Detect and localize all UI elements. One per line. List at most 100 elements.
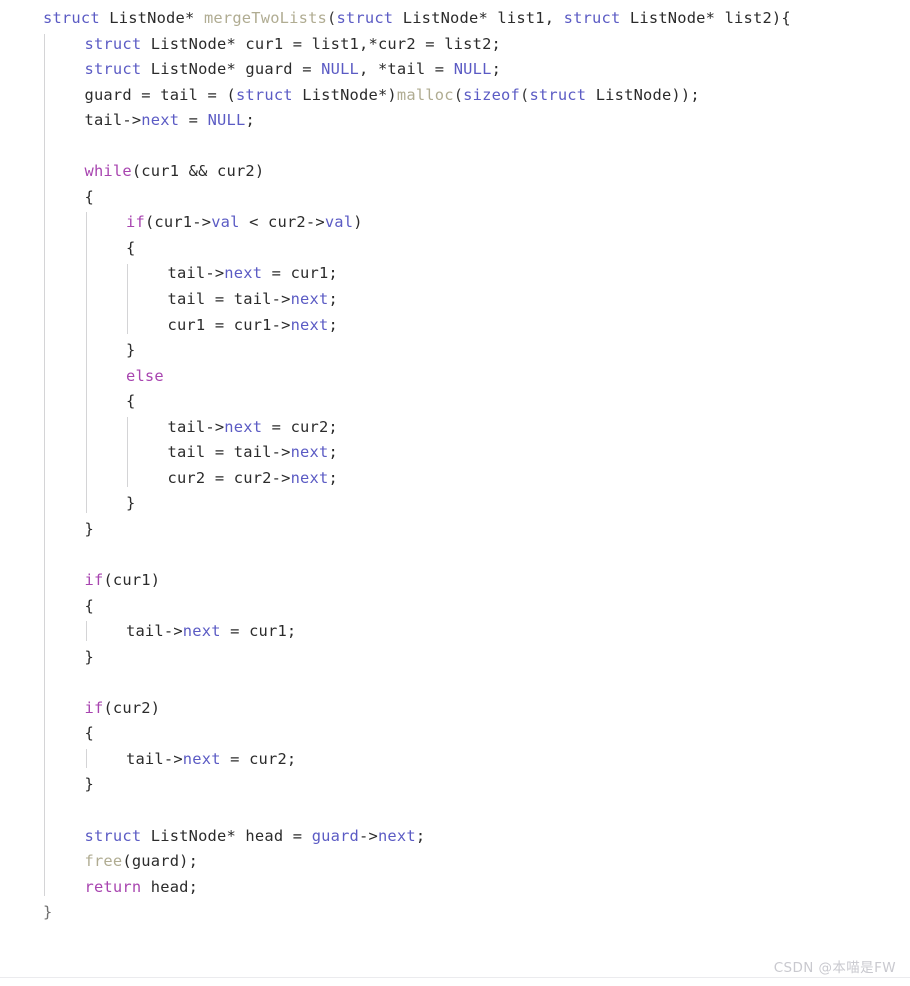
code-token: } [126, 341, 136, 360]
code-token: ; [415, 826, 426, 845]
code-token: next [377, 826, 416, 845]
code-line: tail->next = cur1; [0, 619, 910, 645]
code-line: tail->next = cur2; [0, 415, 910, 441]
code-token: while [84, 162, 132, 181]
code-token: } [84, 519, 94, 538]
indent-guide [85, 621, 87, 641]
indent-guide [85, 212, 87, 513]
code-line: } [0, 772, 910, 798]
code-token: if [84, 571, 104, 590]
code-token: next [290, 468, 329, 487]
code-line: while(cur1 && cur2) [0, 159, 910, 185]
code-token: { [781, 9, 791, 27]
code-line: struct ListNode* head = guard->next; [0, 824, 910, 850]
code-token: = [179, 111, 208, 130]
code-token: tail-> [167, 417, 225, 436]
code-token: ListNode)); [586, 85, 700, 104]
code-token: (cur2) [103, 698, 161, 717]
code-token: struct [84, 34, 142, 53]
code-token: ListNode* list2) [620, 9, 782, 27]
code-token: { [126, 238, 136, 257]
code-token: -> [359, 826, 378, 845]
code-line: struct ListNode* mergeTwoLists(struct Li… [0, 6, 910, 32]
code-token: next [290, 315, 329, 334]
code-token: ; [245, 111, 255, 130]
code-token: next [182, 749, 221, 768]
code-token: } [126, 494, 136, 513]
code-token: (cur1 && cur2) [131, 162, 265, 181]
code-line: struct ListNode* guard = NULL, *tail = N… [0, 57, 910, 83]
code-token: cur2 = cur2-> [167, 468, 291, 487]
code-block[interactable]: struct ListNode* mergeTwoLists (struct Li… [0, 6, 910, 926]
code-token: } [84, 775, 94, 794]
code-token: guard = tail = ( [84, 85, 236, 104]
code-token: guard [311, 826, 360, 845]
code-line: if(cur1->val < cur2->val) [0, 210, 910, 236]
code-token: ListNode* guard = [141, 60, 322, 79]
code-line: { [0, 389, 910, 415]
code-line: if(cur1) [0, 568, 910, 594]
code-token: ; [328, 315, 338, 334]
code-line: } [0, 645, 910, 671]
code-token: ; [328, 290, 338, 309]
code-line: } [0, 900, 910, 926]
code-token: struct [43, 9, 100, 27]
code-token: struct [84, 60, 142, 79]
code-token: tail = tail-> [167, 443, 291, 462]
code-token: = cur2; [220, 749, 297, 768]
code-token: ( [453, 85, 464, 104]
code-viewer[interactable]: struct ListNode* mergeTwoLists (struct Li… [0, 0, 910, 986]
code-token: ListNode*) [292, 85, 397, 104]
code-token: if [126, 213, 145, 232]
code-token: struct [235, 85, 293, 104]
code-token: next [141, 111, 180, 130]
code-token: struct [84, 826, 142, 845]
code-line: { [0, 721, 910, 747]
code-token: = cur1; [262, 264, 338, 283]
csdn-watermark: CSDN @本喵是FW [773, 960, 896, 976]
code-token: } [43, 903, 53, 922]
code-token: { [126, 392, 136, 411]
code-token: tail-> [84, 111, 142, 130]
code-token: NULL [207, 111, 246, 130]
code-token: NULL [453, 60, 492, 79]
code-token: ListNode* [109, 9, 195, 27]
code-line: if(cur2) [0, 696, 910, 722]
code-token: return [84, 877, 142, 896]
code-token: ListNode* list1, [393, 9, 564, 27]
code-token: struct [336, 9, 394, 27]
code-token: next [224, 417, 263, 436]
code-token: = cur1; [220, 622, 297, 641]
code-token: ; [491, 60, 502, 79]
code-token: , *tail = [359, 60, 454, 79]
code-line: struct ListNode* cur1 = list1,*cur2 = li… [0, 32, 910, 58]
code-line: return head; [0, 875, 910, 901]
code-line: { [0, 594, 910, 620]
code-token: tail-> [126, 749, 183, 768]
code-token: sizeof [463, 85, 520, 104]
code-line: tail = tail->next; [0, 440, 910, 466]
code-token: next [182, 622, 221, 641]
code-token: malloc [396, 85, 454, 104]
code-token: tail-> [167, 264, 225, 283]
code-token: struct [563, 9, 621, 27]
code-token: (cur1-> [144, 213, 212, 232]
code-token: next [290, 290, 329, 309]
code-line: tail->next = NULL; [0, 108, 910, 134]
indent-guide [44, 33, 45, 897]
code-line: tail->next = cur1; [0, 261, 910, 287]
code-line: cur2 = cur2->next; [0, 466, 910, 492]
code-line: guard = tail = (struct ListNode*)malloc(… [0, 83, 910, 109]
indent-guide [127, 263, 128, 335]
code-token: ListNode* head = [141, 826, 312, 845]
code-token: NULL [321, 60, 360, 79]
code-line: tail = tail->next; [0, 287, 910, 313]
watermark-divider [0, 977, 910, 978]
code-token: ; [328, 443, 338, 462]
code-token: if [84, 698, 104, 717]
